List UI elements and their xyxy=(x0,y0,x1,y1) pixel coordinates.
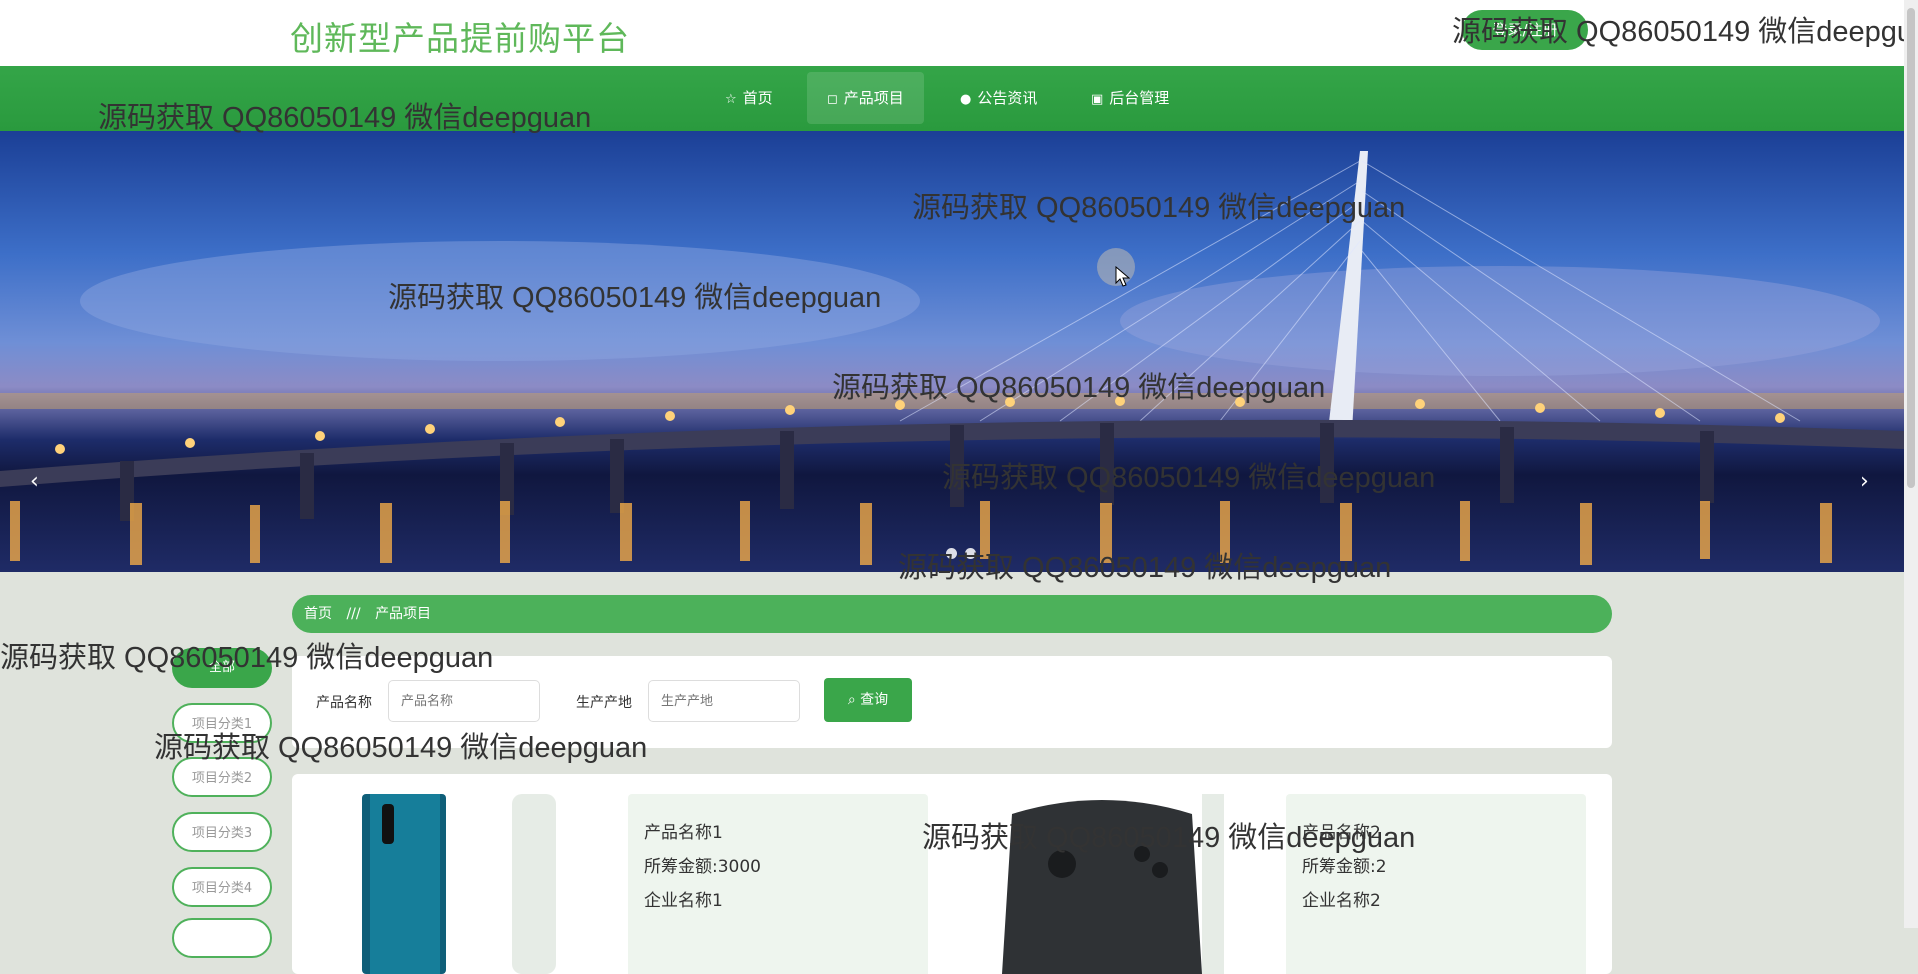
product-amount-1: 所筹金额:3000 xyxy=(644,857,761,877)
watermark-text: 源码获取 QQ86050149 微信deepguan xyxy=(154,732,648,764)
nav-admin[interactable]: ▣ 后台管理 xyxy=(1071,72,1189,124)
product-company-1: 企业名称1 xyxy=(644,891,723,911)
banner-next-arrow[interactable]: › xyxy=(1860,469,1869,494)
watermark-text: 源码获取 QQ86050149 微信deepguan xyxy=(912,192,1406,224)
search-button[interactable]: ⌕ 查询 xyxy=(824,678,912,722)
search-button-label: 查询 xyxy=(860,692,889,708)
watermark-text: 源码获取 QQ86050149 微信deepguan xyxy=(942,462,1436,494)
nav-home-label: 首页 xyxy=(742,89,773,107)
nav-products-label: 产品项目 xyxy=(843,89,904,107)
category-3[interactable]: 项目分类3 xyxy=(172,812,272,852)
product-card-1[interactable]: 产品名称1 所筹金额:3000 企业名称1 xyxy=(628,794,928,974)
watermark-text: 源码获取 QQ86050149 微信deepguan xyxy=(1452,16,1918,48)
nav-admin-label: 后台管理 xyxy=(1109,89,1170,107)
watermark-text: 源码获取 QQ86050149 微信deepguan xyxy=(0,642,494,674)
breadcrumb-separator: /// xyxy=(346,606,361,622)
breadcrumb-current: 产品项目 xyxy=(375,606,432,622)
watermark-text: 源码获取 QQ86050149 微信deepguan xyxy=(898,552,1392,584)
product-name-label: 产品名称 xyxy=(316,695,372,711)
nav-home[interactable]: ☆ 首页 xyxy=(705,72,793,124)
category-4[interactable]: 项目分类4 xyxy=(172,867,272,907)
site-title: 创新型产品提前购平台 xyxy=(290,19,630,58)
star-icon: ☆ xyxy=(725,92,737,107)
product-list: 产品名称1 所筹金额:3000 企业名称1 产品名称2 所筹金额:2 企业名称2 xyxy=(292,774,1612,974)
watermark-text: 源码获取 QQ86050149 微信deepguan xyxy=(98,102,592,134)
product-name-input[interactable] xyxy=(388,680,540,722)
mouse-cursor-icon xyxy=(1115,266,1131,287)
watermark-text: 源码获取 QQ86050149 微信deepguan xyxy=(922,822,1416,854)
bag-icon: ◻ xyxy=(827,92,838,107)
nav-announcements-label: 公告资讯 xyxy=(977,89,1038,107)
origin-label: 生产产地 xyxy=(576,695,632,711)
search-icon: ⌕ xyxy=(847,692,856,708)
chat-icon: ● xyxy=(960,92,972,107)
nav-products[interactable]: ◻ 产品项目 xyxy=(807,72,924,124)
product-image-1[interactable] xyxy=(362,794,592,974)
watermark-text: 源码获取 QQ86050149 微信deepguan xyxy=(388,282,882,314)
banner-prev-arrow[interactable]: ‹ xyxy=(30,469,39,494)
nav-announcements[interactable]: ● 公告资讯 xyxy=(940,72,1057,124)
product-company-2: 企业名称2 xyxy=(1302,891,1381,911)
scrollbar-thumb[interactable] xyxy=(1907,8,1915,488)
box-icon: ▣ xyxy=(1091,92,1104,107)
vertical-scrollbar[interactable] xyxy=(1904,0,1918,928)
breadcrumb: 首页 /// 产品项目 xyxy=(292,595,1612,633)
product-name-1: 产品名称1 xyxy=(644,823,723,843)
breadcrumb-home[interactable]: 首页 xyxy=(304,606,332,622)
category-more[interactable] xyxy=(172,918,272,958)
watermark-text: 源码获取 QQ86050149 微信deepguan xyxy=(832,372,1326,404)
origin-input[interactable] xyxy=(648,680,800,722)
